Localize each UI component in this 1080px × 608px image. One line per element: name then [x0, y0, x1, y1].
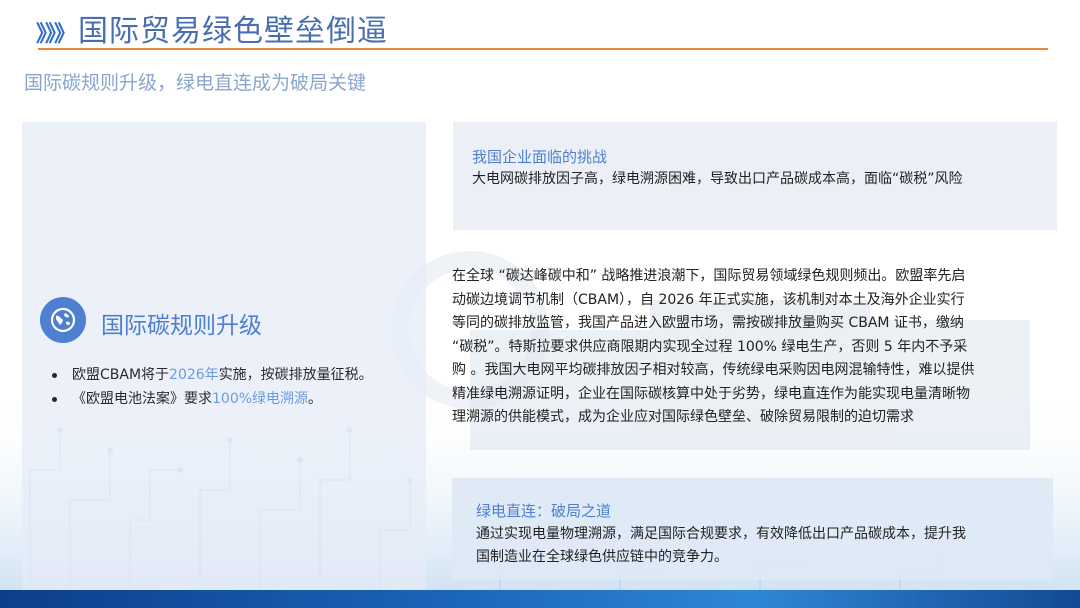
- left-panel: [22, 122, 426, 592]
- solution-text: 通过实现电量物理溯源，满足国际合规要求，有效降低出口产品碳成本，提升我 国制造业…: [476, 523, 966, 569]
- bullet-list: 欧盟CBAM将于2026年实施，按碳排放量征税。 《欧盟电池法案》要求100%绿…: [52, 363, 373, 411]
- globe-icon: [50, 307, 76, 333]
- body-line: 在全球 “碳达峰碳中和” 战略推进浪潮下，国际贸易领域绿色规则频出。欧盟率先启: [452, 268, 966, 284]
- bottom-strip: [0, 590, 1080, 608]
- bullet-item: 欧盟CBAM将于2026年实施，按碳排放量征税。: [52, 363, 373, 387]
- solution-box: 绿电直连：破局之道 通过实现电量物理溯源，满足国际合规要求，有效降低出口产品碳成…: [452, 478, 1053, 580]
- bullet-highlight: 2026年: [169, 367, 219, 383]
- body-line: 购 。我国大电网平均碳排放因子相对较高，传统绿电采购因电网混输特性，难以提供: [452, 362, 975, 378]
- chevrons-icon: 》》》: [36, 22, 76, 47]
- globe-badge: [40, 297, 86, 343]
- title-row: 》》》 国际贸易绿色壁垒倒逼: [36, 12, 388, 52]
- body-line: 动碳边境调节机制（CBAM），自 2026 年正式实施，该机制对本土及海外企业实…: [452, 291, 965, 308]
- body-paragraph: 在全球 “碳达峰碳中和” 战略推进浪潮下，国际贸易领域绿色规则频出。欧盟率先启 …: [452, 265, 1050, 430]
- bullet-text: 实施，按碳排放量征税。: [218, 367, 373, 383]
- page-subtitle: 国际碳规则升级，绿电直连成为破局关键: [24, 72, 367, 94]
- body-line: 理溯源的供能模式，成为企业应对国际绿色壁垒、破除贸易限制的迫切需求: [452, 409, 914, 425]
- body-line: 等同的碳排放监管，我国产品进入欧盟市场，需按碳排放量购买 CBAM 证书，缴纳: [452, 315, 964, 331]
- bullet-highlight: 100%绿电溯源: [212, 391, 309, 407]
- bullet-item: 《欧盟电池法案》要求100%绿电溯源。: [52, 387, 373, 411]
- bullet-text: 欧盟CBAM将于: [72, 367, 170, 383]
- challenge-title: 我国企业面临的挑战: [472, 148, 608, 166]
- bullet-text: 《欧盟电池法案》要求: [72, 391, 212, 407]
- left-heading: 国际碳规则升级: [101, 313, 262, 339]
- body-line: “碳税”。特斯拉要求供应商限期内实现全过程 100% 绿电生产，否则 5 年内不…: [452, 338, 968, 355]
- solution-line: 通过实现电量物理溯源，满足国际合规要求，有效降低出口产品碳成本，提升我: [476, 526, 966, 542]
- bullet-text: 。: [308, 391, 323, 407]
- solution-title: 绿电直连：破局之道: [476, 502, 612, 520]
- page-title: 国际贸易绿色壁垒倒逼: [78, 14, 389, 49]
- solution-line: 国制造业在全球绿色供应链中的竞争力。: [476, 549, 728, 565]
- challenge-text: 大电网碳排放因子高，绿电溯源困难，导致出口产品碳成本高，面临“碳税”风险: [472, 171, 963, 187]
- challenge-box: 我国企业面临的挑战 大电网碳排放因子高，绿电溯源困难，导致出口产品碳成本高，面临…: [453, 122, 1057, 230]
- body-line: 精准绿电溯源证明，企业在国际碳核算中处于劣势，绿电直连作为能实现电量清晰物: [452, 385, 970, 402]
- title-underline: [38, 48, 1048, 50]
